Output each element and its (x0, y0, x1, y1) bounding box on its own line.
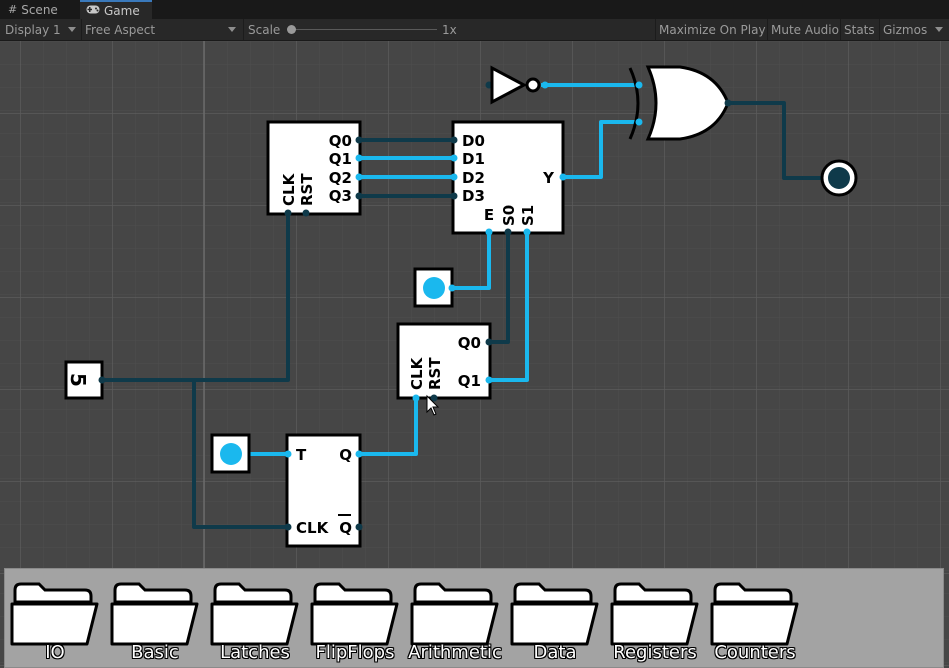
grid-icon: # (8, 3, 18, 16)
clock-period-label: 5 (66, 373, 90, 387)
t-flipflop[interactable]: T Q CLK Q (284, 433, 363, 548)
pin-label-d1: D1 (462, 150, 485, 168)
pin-label-y: Y (542, 169, 555, 187)
folder-counters[interactable]: Counters (707, 580, 803, 668)
maximize-on-play-button[interactable]: Maximize On Play (659, 19, 767, 40)
enable-toggle-switch[interactable] (413, 267, 456, 308)
game-view-toolbar: Display 1 Free Aspect Scale 1x Maximize … (0, 19, 949, 41)
lamp-off-indicator (828, 167, 850, 189)
pin-label-q: Q (339, 446, 352, 464)
toggle-on-indicator (220, 443, 242, 465)
pin-label-s1: S1 (519, 205, 537, 226)
scale-label: Scale (248, 22, 281, 37)
counter-4bit[interactable]: Q0 Q1 Q2 Q3 CLK RST (266, 120, 363, 217)
toolbar-divider (243, 19, 244, 40)
folder-label: Data (533, 642, 577, 663)
folder-data[interactable]: Data (507, 580, 603, 668)
output-lamp[interactable] (820, 159, 858, 197)
scale-slider-track (287, 29, 437, 30)
folder-arithmetic[interactable]: Arithmetic (407, 580, 503, 668)
toggle-on-indicator (423, 277, 445, 299)
folder-icon (610, 582, 699, 646)
pin-label-rst: RST (426, 357, 444, 390)
pin-label-clk: CLK (280, 172, 298, 206)
gamepad-icon (86, 4, 100, 17)
tab-game-label: Game (104, 3, 140, 18)
folder-registers[interactable]: Registers (607, 580, 703, 668)
pin-label-qbar: Q (339, 519, 352, 537)
chevron-down-icon (228, 27, 236, 32)
pin-label-d3: D3 (462, 187, 485, 205)
folder-icon (510, 582, 599, 646)
folder-label: Registers (613, 642, 697, 663)
tab-scene[interactable]: # Scene (0, 0, 78, 19)
folder-label: Basic (131, 642, 179, 663)
pin-label-q0: Q0 (329, 132, 352, 150)
chevron-down-icon (935, 27, 943, 32)
folder-label: FlipFlops (315, 642, 395, 663)
pin-label-q0: Q0 (458, 334, 481, 352)
gizmos-dropdown-label: Gizmos (883, 22, 928, 37)
multiplexer[interactable]: D0 D1 D2 D3 Y E S0 S1 (450, 120, 567, 236)
toolbar-divider (655, 19, 656, 40)
folder-label: Latches (220, 642, 290, 663)
pin-label-q1: Q1 (329, 150, 352, 168)
pin-label-d0: D0 (462, 132, 485, 150)
folder-icon (410, 582, 499, 646)
pin-label-q2: Q2 (329, 169, 352, 187)
folder-basic[interactable]: Basic (107, 580, 203, 668)
folder-icon (210, 582, 299, 646)
folder-io[interactable]: IO (7, 580, 103, 668)
chevron-down-icon (68, 27, 76, 32)
toolbar-divider (879, 19, 880, 40)
editor-tab-bar: # Scene Game (0, 0, 949, 19)
folder-icon (310, 582, 399, 646)
folder-flipflops[interactable]: FlipFlops (307, 580, 403, 668)
pin-label-rst: RST (298, 173, 316, 206)
toolbar-divider (81, 19, 82, 40)
pin-label-clk: CLK (296, 519, 330, 537)
component-palette: IO Basic Latches FlipFlops Arithmetic Da… (4, 568, 944, 668)
aspect-dropdown[interactable]: Free Aspect (85, 19, 241, 40)
tab-game[interactable]: Game (80, 0, 152, 19)
folder-icon (710, 582, 799, 646)
pin-label-s0: S0 (500, 205, 518, 226)
folder-label: Counters (714, 642, 796, 663)
toolbar-divider (767, 19, 768, 40)
scale-value: 1x (442, 22, 457, 37)
clock-source[interactable]: 5 (64, 360, 106, 400)
game-viewport[interactable]: Q0 Q1 Q2 Q3 CLK RST D0 D1 D2 D3 Y E S0 S… (0, 41, 949, 668)
display-dropdown-label: Display 1 (5, 22, 61, 37)
pin-label-clk: CLK (408, 356, 426, 390)
aspect-dropdown-label: Free Aspect (85, 22, 156, 37)
gizmos-dropdown[interactable]: Gizmos (883, 19, 947, 40)
mute-audio-button[interactable]: Mute Audio (771, 19, 839, 40)
folder-icon (110, 582, 199, 646)
t-toggle-switch[interactable] (210, 433, 251, 474)
pin-label-d2: D2 (462, 169, 485, 187)
folder-icon (10, 582, 99, 646)
pin-label-t: T (296, 446, 307, 464)
scale-slider-thumb[interactable] (287, 25, 296, 34)
scale-slider[interactable] (285, 19, 440, 40)
folder-label: Arithmetic (408, 642, 502, 663)
display-dropdown[interactable]: Display 1 (5, 19, 81, 40)
pin-label-q3: Q3 (329, 187, 352, 205)
counter-2bit[interactable]: Q0 Q1 CLK RST (396, 322, 493, 402)
toolbar-divider (840, 19, 841, 40)
stats-button[interactable]: Stats (844, 19, 878, 40)
pin-label-q1: Q1 (458, 372, 481, 390)
pin-label-e: E (484, 206, 494, 224)
tab-scene-label: Scene (21, 2, 58, 17)
folder-latches[interactable]: Latches (207, 580, 303, 668)
